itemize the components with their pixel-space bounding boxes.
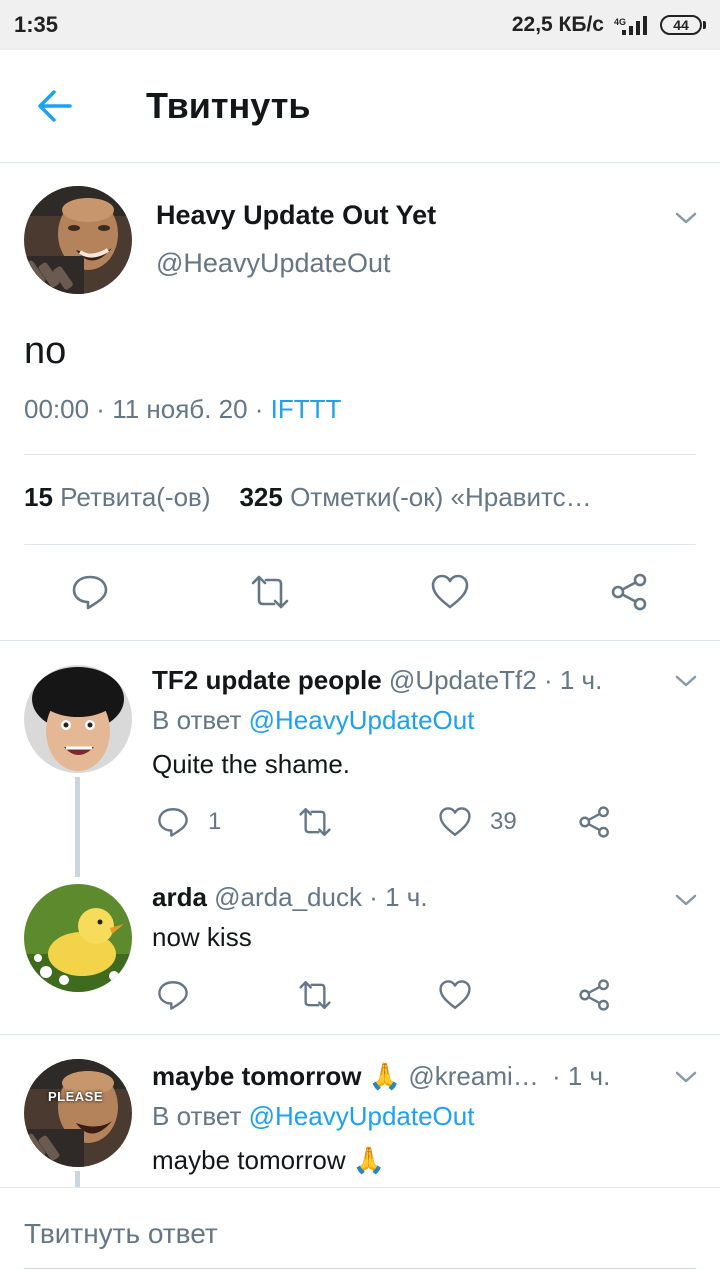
like-action[interactable]: 39 — [438, 805, 517, 839]
mention-link[interactable]: @HeavyUpdateOut — [249, 1101, 475, 1131]
author-name[interactable]: TF2 update people — [152, 665, 382, 695]
tweet-text: maybe tomorrow 🙏 — [152, 1145, 386, 1175]
chevron-down-icon[interactable] — [674, 892, 698, 908]
app-bar: Твитнуть — [0, 50, 720, 163]
divider — [24, 454, 696, 455]
author-handle[interactable]: @UpdateTf2 — [389, 665, 537, 695]
likes-stat[interactable]: 325 Отметки(-ок) «Нравитс… — [239, 482, 591, 512]
author-name[interactable]: maybe tomorrow 🙏 — [152, 1061, 401, 1091]
tweet-text: now kiss — [152, 922, 252, 952]
page-title: Твитнуть — [146, 85, 311, 126]
signal-icon: 4G — [614, 14, 650, 36]
share-icon — [579, 979, 609, 1011]
tweet-time: · 1 ч. — [551, 1061, 611, 1091]
heart-icon — [439, 807, 471, 836]
share-icon — [579, 806, 609, 838]
retweet-action[interactable] — [298, 978, 332, 1012]
reply-to-line: В ответ @HeavyUpdateOut — [152, 705, 475, 735]
tweet-source-link[interactable]: IFTTT — [271, 394, 342, 424]
reply-tweet[interactable]: PLEASE maybe tomorrow 🙏 @kreami… · 1 ч. … — [0, 1035, 720, 1187]
retweet-action[interactable] — [298, 805, 332, 839]
reply-action[interactable]: 1 — [156, 805, 221, 839]
reply-tweet[interactable]: TF2 update people @UpdateTf2 · 1 ч. В от… — [0, 641, 720, 877]
reply-tweet[interactable]: arda @arda_duck · 1 ч. now kiss — [0, 862, 720, 1035]
reply-to-line: В ответ @HeavyUpdateOut — [152, 1101, 475, 1131]
author-name[interactable]: Heavy Update Out Yet — [156, 200, 436, 231]
author-handle[interactable]: @HeavyUpdateOut — [156, 248, 391, 279]
author-handle[interactable]: @kreami… — [408, 1061, 538, 1091]
reply-input[interactable]: Твитнуть ответ — [24, 1218, 218, 1250]
share-action[interactable] — [578, 978, 612, 1012]
reply-icon[interactable] — [70, 572, 110, 612]
thread-line — [75, 1171, 80, 1187]
tweet-text: Quite the shame. — [152, 749, 350, 779]
reply-composer[interactable]: Твитнуть ответ — [0, 1187, 720, 1281]
chevron-down-icon[interactable] — [674, 673, 698, 689]
back-arrow-icon — [38, 90, 72, 122]
share-icon[interactable] — [610, 572, 650, 612]
status-bar: 1:35 22,5 КБ/с 4G 44 — [0, 0, 720, 50]
tweet-time: · 1 ч. — [543, 665, 603, 695]
reply-icon — [158, 808, 188, 837]
author-handle[interactable]: @arda_duck — [214, 882, 362, 912]
avatar-caption: PLEASE — [48, 1089, 104, 1104]
reply-count: 1 — [208, 808, 222, 835]
like-action[interactable] — [438, 978, 472, 1012]
like-count: 39 — [490, 808, 517, 835]
retweet-icon — [299, 808, 331, 836]
battery-icon: 44 — [660, 15, 706, 35]
status-time: 1:35 — [14, 12, 59, 37]
tweet-meta: 00:00 · 11 нояб. 20 · IFTTT — [24, 394, 342, 424]
chevron-down-icon[interactable] — [674, 1069, 698, 1085]
author-name[interactable]: arda — [152, 882, 207, 912]
heart-icon[interactable] — [430, 572, 470, 612]
back-button[interactable] — [34, 88, 74, 124]
mention-link[interactable]: @HeavyUpdateOut — [249, 705, 475, 735]
reply-icon — [158, 981, 188, 1010]
tweet-stats: 15 Ретвита(-ов) 325 Отметки(-ок) «Нравит… — [24, 482, 592, 513]
input-underline — [24, 1268, 696, 1269]
network-speed: 22,5 КБ/с — [511, 13, 604, 36]
tweet-text: no — [24, 330, 67, 372]
heart-icon — [439, 980, 471, 1009]
avatar[interactable] — [24, 665, 132, 773]
chevron-down-icon[interactable] — [674, 210, 698, 226]
avatar[interactable] — [24, 884, 132, 992]
divider — [24, 544, 696, 545]
avatar[interactable] — [24, 186, 132, 294]
tweet-time: · 1 ч. — [369, 882, 428, 912]
retweet-icon — [299, 981, 331, 1009]
retweet-icon[interactable] — [250, 572, 290, 612]
reply-action[interactable] — [156, 978, 190, 1012]
main-tweet: Heavy Update Out Yet @HeavyUpdateOut no … — [0, 162, 720, 641]
retweets-stat[interactable]: 15 Ретвита(-ов) — [24, 482, 211, 512]
share-action[interactable] — [578, 805, 612, 839]
avatar[interactable]: PLEASE — [24, 1059, 132, 1167]
